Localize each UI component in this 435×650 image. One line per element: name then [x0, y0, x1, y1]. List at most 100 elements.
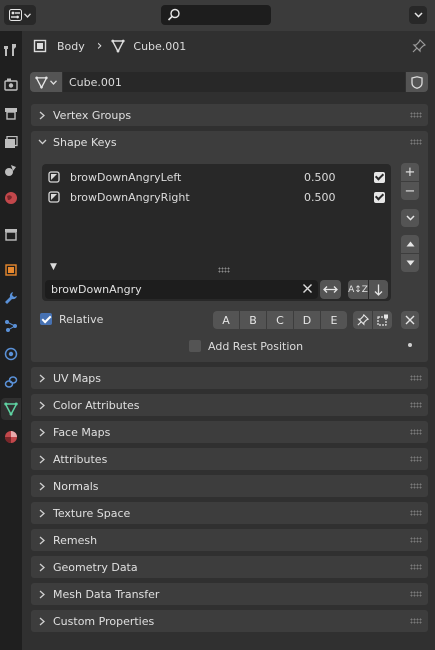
drag-handle-icon[interactable] [410, 537, 422, 543]
panel-custom-properties[interactable]: Custom Properties [31, 610, 428, 632]
remove-shape-key-button[interactable]: − [401, 182, 419, 200]
filter-input[interactable]: browDownAngry [45, 280, 318, 299]
shape-key-value[interactable]: 0.500 [304, 171, 374, 184]
panel-shape-keys[interactable]: Shape Keys [31, 131, 428, 153]
panel-label: Vertex Groups [53, 108, 132, 122]
panel-label: Geometry Data [53, 560, 138, 574]
search-input[interactable] [161, 5, 271, 25]
clear-shape-keys-button[interactable] [401, 311, 419, 329]
breadcrumb-separator: › [96, 38, 103, 54]
fake-user-button[interactable] [406, 72, 428, 92]
chevron-down-icon [50, 79, 57, 85]
panel-normals[interactable]: Normals [31, 475, 428, 497]
shape-key-value[interactable]: 0.500 [304, 191, 374, 204]
list-resize-handle-icon[interactable] [218, 267, 230, 273]
panel-attributes[interactable]: Attributes [31, 448, 428, 470]
panel-label: UV Maps [53, 371, 102, 385]
sort-reverse-button[interactable] [369, 280, 388, 299]
tab-particles[interactable] [1, 315, 21, 337]
drag-handle-icon[interactable] [410, 429, 422, 435]
sort-alphabetical-button[interactable]: A↕Z [348, 280, 368, 299]
shape-key-enabled-checkbox[interactable] [374, 191, 385, 203]
tab-scene[interactable] [1, 159, 21, 181]
panel-remesh[interactable]: Remesh [31, 529, 428, 551]
filter-options-toggle-icon[interactable]: ▼ [50, 262, 57, 272]
drag-handle-icon[interactable] [410, 139, 422, 145]
tab-tool[interactable] [1, 39, 21, 61]
drag-handle-icon[interactable] [410, 483, 422, 489]
drag-handle-icon[interactable] [410, 456, 422, 462]
pin-shape-key-button[interactable] [353, 311, 372, 329]
panel-label: Custom Properties [53, 614, 155, 628]
add-shape-key-button[interactable]: + [401, 163, 419, 181]
add-rest-position-label: Add Rest Position [208, 339, 304, 353]
chevron-right-icon [31, 401, 53, 410]
tab-data[interactable] [1, 398, 21, 420]
chevron-right-icon [31, 482, 53, 491]
render-icon [4, 78, 18, 91]
tool-icon [4, 43, 18, 57]
letter-button-b[interactable]: B [240, 311, 266, 329]
tab-world[interactable] [1, 187, 21, 209]
panel-geometry-data[interactable]: Geometry Data [31, 556, 428, 578]
drag-handle-icon[interactable] [410, 112, 422, 118]
mesh-data-icon [35, 76, 48, 89]
relative-checkbox[interactable]: Relative [40, 310, 103, 328]
checkbox-checked[interactable] [40, 313, 52, 325]
drag-handle-icon[interactable] [410, 402, 422, 408]
animate-property-icon[interactable] [408, 343, 412, 347]
tab-constraints[interactable] [1, 371, 21, 393]
plus-icon: + [404, 164, 416, 180]
tab-object[interactable] [1, 259, 21, 281]
drag-handle-icon[interactable] [410, 510, 422, 516]
add-rest-position-checkbox[interactable]: Add Rest Position [189, 337, 303, 355]
tab-material[interactable] [1, 426, 21, 448]
drag-handle-icon[interactable] [410, 564, 422, 570]
panel-label: Texture Space [53, 506, 131, 520]
shape-key-icon [47, 170, 61, 184]
list-item[interactable]: browDownAngryLeft 0.500 [47, 168, 387, 186]
panel-label: Remesh [53, 533, 98, 547]
drag-handle-icon[interactable] [410, 618, 422, 624]
shape-key-name[interactable]: browDownAngryRight [70, 191, 304, 204]
panel-uv-maps[interactable]: UV Maps [31, 367, 428, 389]
drag-handle-icon[interactable] [410, 591, 422, 597]
move-up-button[interactable] [401, 235, 419, 253]
panel-texture-space[interactable]: Texture Space [31, 502, 428, 524]
chevron-right-icon [31, 111, 53, 120]
options-dropdown-button[interactable] [409, 6, 427, 24]
minus-icon: − [404, 183, 416, 199]
edit-mode-shape-button[interactable] [373, 311, 392, 329]
panel-vertex-groups[interactable]: Vertex Groups [31, 104, 428, 126]
move-down-button[interactable] [401, 254, 419, 272]
pin-icon[interactable] [412, 39, 426, 53]
checkbox-unchecked[interactable] [189, 340, 201, 352]
tab-modifiers[interactable] [1, 287, 21, 309]
list-item[interactable]: browDownAngryRight 0.500 [47, 188, 387, 206]
tab-collection[interactable] [1, 223, 21, 245]
tab-view-layer[interactable] [1, 131, 21, 153]
collection-icon [4, 228, 18, 241]
editor-type-button[interactable] [4, 5, 36, 25]
tab-physics[interactable] [1, 343, 21, 365]
panel-color-attributes[interactable]: Color Attributes [31, 394, 428, 416]
letter-button-d[interactable]: D [294, 311, 320, 329]
browse-mesh-button[interactable] [30, 72, 62, 92]
datablock-name-field[interactable]: Cube.001 [63, 72, 405, 92]
panel-label: Attributes [53, 452, 108, 466]
panel-mesh-data-transfer[interactable]: Mesh Data Transfer [31, 583, 428, 605]
object-data-icon [33, 39, 47, 53]
tab-render[interactable] [1, 73, 21, 95]
letter-button-a[interactable]: A [213, 311, 239, 329]
invert-filter-button[interactable] [320, 280, 341, 299]
shape-key-specials-button[interactable] [401, 209, 419, 227]
tab-output[interactable] [1, 102, 21, 124]
letter-button-c[interactable]: C [267, 311, 293, 329]
drag-handle-icon[interactable] [410, 375, 422, 381]
shape-key-enabled-checkbox[interactable] [374, 171, 385, 183]
panel-face-maps[interactable]: Face Maps [31, 421, 428, 443]
close-icon[interactable] [302, 283, 313, 294]
letter-button-e[interactable]: E [321, 311, 347, 329]
shape-key-name[interactable]: browDownAngryLeft [70, 171, 304, 184]
particles-icon [4, 319, 18, 333]
